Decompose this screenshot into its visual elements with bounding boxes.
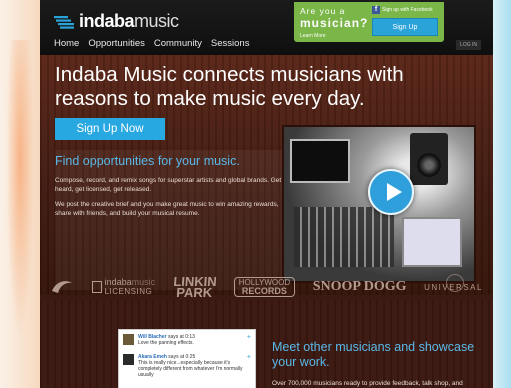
- hollywood-records-logo: HOLLYWOOD RECORDS: [233, 277, 296, 297]
- licensing-logo-word-light: music: [131, 277, 156, 287]
- showcase-title: Meet other musicians and showcase your w…: [272, 340, 475, 369]
- licensing-logo-word: indaba: [104, 277, 132, 287]
- partner-swoosh-logo: [52, 281, 72, 293]
- video-speaker-shape: [410, 133, 448, 185]
- universal-logo: UNIVERSAL: [424, 273, 483, 292]
- video-mixer-shape: [294, 207, 394, 267]
- hollywood-line2: RECORDS: [241, 286, 287, 296]
- nav-opportunities[interactable]: Opportunities: [88, 38, 145, 49]
- promo-line2: musician?: [300, 16, 369, 30]
- comment-feed: Will Blacher says at 0:13 Love the panni…: [118, 329, 256, 388]
- logo-text-bold: indaba: [79, 11, 135, 31]
- play-icon[interactable]: [368, 169, 414, 215]
- universal-globe-icon: [446, 273, 465, 292]
- nav-sessions[interactable]: Sessions: [211, 38, 250, 49]
- linkin-park-line2: PARK: [175, 285, 213, 300]
- indaba-logo[interactable]: indaba music: [54, 11, 179, 32]
- add-icon[interactable]: +: [247, 334, 251, 341]
- card-paragraph-2: We post the creative brief and you make …: [55, 201, 279, 217]
- comment-text: Love the panning effects.: [138, 340, 194, 346]
- comment-text: This is really nice...especially because…: [138, 360, 243, 378]
- partner-logos: indabamusic LICENSING LINKIN PARK HOLLYW…: [50, 272, 483, 302]
- showcase-body: Over 700,000 musicians ready to provide …: [272, 380, 463, 387]
- indaba-licensing-logo: indabamusic LICENSING: [91, 277, 156, 296]
- community-section: Will Blacher says at 0:13 Love the panni…: [40, 300, 493, 388]
- card-title: Find opportunities for your music.: [55, 154, 240, 168]
- indaba-site: indaba music Home Opportunities Community…: [40, 0, 493, 388]
- signup-now-button[interactable]: Sign Up Now: [55, 118, 165, 140]
- hero-section: Indaba Music connects musicians with rea…: [40, 55, 493, 295]
- opportunities-card: Find opportunities for your music. Compo…: [55, 150, 287, 290]
- hero-headline: Indaba Music connects musicians with rea…: [55, 63, 404, 110]
- background-right-strip: [493, 0, 511, 388]
- background-left-strip: [0, 0, 40, 388]
- logo-text-light: music: [134, 11, 179, 31]
- video-monitor-shape: [290, 139, 350, 183]
- promo-signup-button[interactable]: Sign Up: [372, 18, 438, 36]
- nav-home[interactable]: Home: [54, 38, 79, 49]
- licensing-icon: [91, 281, 102, 293]
- facebook-signup-text: Sign up with Facebook: [382, 7, 433, 13]
- promo-learn-more-link[interactable]: Learn More: [300, 33, 326, 39]
- nav-community[interactable]: Community: [154, 38, 202, 49]
- studio-video[interactable]: [282, 125, 476, 283]
- avatar: [123, 334, 134, 345]
- licensing-logo-sub: LICENSING: [104, 287, 153, 296]
- video-laptop-shape: [402, 217, 462, 267]
- facebook-icon: f: [372, 6, 380, 14]
- comment-item: Will Blacher says at 0:13 Love the panni…: [123, 334, 251, 346]
- logo-bars-icon: [54, 15, 74, 29]
- card-paragraph-1: Compose, record, and remix songs for sup…: [55, 177, 282, 193]
- login-button[interactable]: LOG IN: [456, 40, 481, 50]
- musician-promo-box: Are you a musician? Learn More f Sign up…: [294, 2, 444, 42]
- facebook-signup-link[interactable]: f Sign up with Facebook: [372, 6, 433, 14]
- avatar: [123, 354, 134, 365]
- promo-line1: Are you a: [300, 6, 346, 16]
- top-header: indaba music Home Opportunities Community…: [40, 0, 493, 55]
- main-nav: Home Opportunities Community Sessions: [54, 38, 249, 49]
- snoop-dogg-logo: SNOOP DOGG: [312, 279, 407, 294]
- linkin-park-logo: LINKIN PARK: [172, 274, 217, 300]
- add-icon[interactable]: +: [247, 354, 251, 361]
- comment-item: Akara Emeh says at 0:25 This is really n…: [123, 354, 251, 378]
